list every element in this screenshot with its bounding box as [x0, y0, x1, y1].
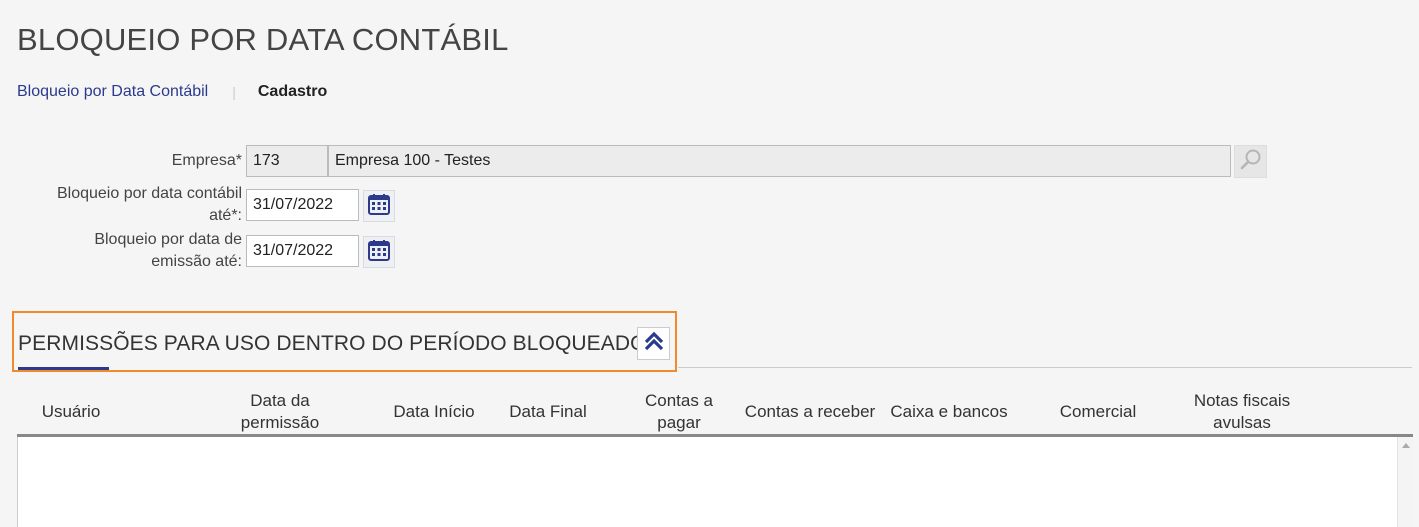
bloqueio-contabil-date-field[interactable]: 31/07/2022 [246, 189, 359, 221]
column-header-data-permissao[interactable]: Data da permissão [226, 390, 334, 434]
bloqueio-emissao-date-field[interactable]: 31/07/2022 [246, 235, 359, 267]
empresa-search-button[interactable] [1234, 145, 1267, 178]
column-header-data-inicio[interactable]: Data Início [381, 401, 487, 423]
column-header-comercial[interactable]: Comercial [1043, 401, 1153, 423]
bloqueio-emissao-label: Bloqueio por data de emissão até: [94, 231, 242, 270]
bloqueio-emissao-calendar-button[interactable] [363, 236, 395, 268]
permissions-section-header: PERMISSÕES PARA USO DENTRO DO PERÍODO BL… [12, 311, 677, 372]
breadcrumb-link-bloqueio[interactable]: Bloqueio por Data Contábil [17, 83, 208, 101]
column-header-contas-receber[interactable]: Contas a receber [737, 401, 883, 423]
column-header-usuario[interactable]: Usuário [17, 401, 125, 423]
permissions-section-title: PERMISSÕES PARA USO DENTRO DO PERÍODO BL… [18, 332, 647, 355]
empresa-name-field[interactable]: Empresa 100 - Testes [328, 145, 1231, 177]
column-header-data-final[interactable]: Data Final [497, 401, 599, 423]
column-header-notas-fiscais[interactable]: Notas fiscais avulsas [1177, 390, 1307, 434]
breadcrumb-separator: | [232, 84, 236, 100]
breadcrumb-current: Cadastro [257, 83, 328, 100]
section-title-underline [18, 367, 109, 370]
table-scrollbar[interactable] [1397, 437, 1413, 527]
permissions-table-body [17, 437, 1413, 527]
permissions-table-header: Usuário Data da permissão Data Início Da… [17, 388, 1413, 436]
column-header-contas-pagar[interactable]: Contas a pagar [625, 390, 733, 434]
empresa-code-field[interactable]: 173 [246, 145, 328, 177]
calendar-icon [367, 238, 391, 267]
page-title: BLOQUEIO POR DATA CONTÁBIL [17, 22, 509, 57]
section-divider [678, 367, 1412, 368]
column-header-caixa-bancos[interactable]: Caixa e bancos [883, 401, 1015, 423]
double-chevron-up-icon [642, 329, 666, 358]
breadcrumb: Bloqueio por Data Contábil | Cadastro [17, 83, 327, 101]
bloqueio-contabil-calendar-button[interactable] [363, 190, 395, 222]
bloqueio-contabil-label: Bloqueio por data contábil até*: [56, 185, 242, 224]
empresa-label: Empresa* [171, 152, 242, 169]
collapse-section-button[interactable] [637, 327, 670, 360]
calendar-icon [367, 192, 391, 221]
search-icon [1239, 147, 1263, 176]
scroll-up-arrow-icon[interactable] [1402, 443, 1410, 448]
